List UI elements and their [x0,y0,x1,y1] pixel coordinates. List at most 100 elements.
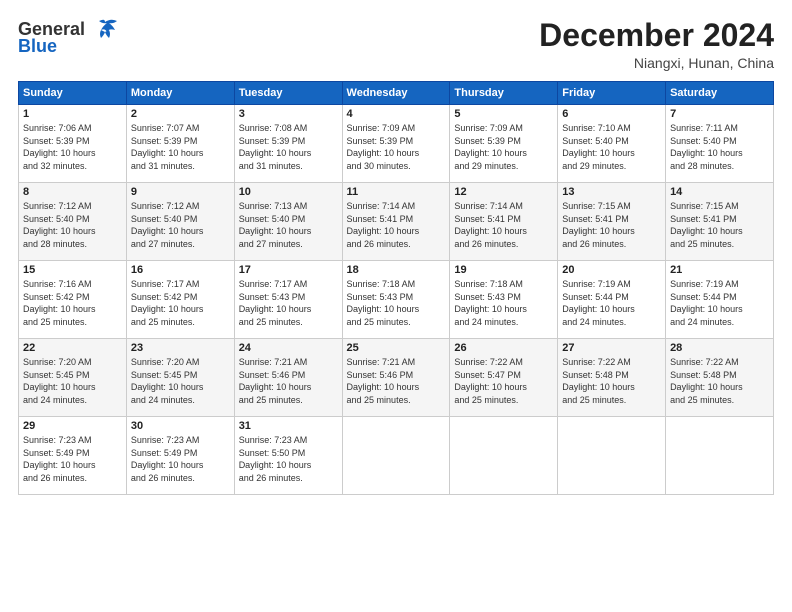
table-row: 28 Sunrise: 7:22 AMSunset: 5:48 PMDayligh… [666,339,774,417]
col-sunday: Sunday [19,82,127,105]
table-row: 20 Sunrise: 7:19 AMSunset: 5:44 PMDayligh… [558,261,666,339]
table-row [450,417,558,495]
table-row: 12Sunrise: 7:14 AMSunset: 5:41 PMDayligh… [450,183,558,261]
day-number: 22 [23,342,122,354]
day-number: 20 [562,264,661,276]
table-row: 21 Sunrise: 7:19 AMSunset: 5:44 PMDayligh… [666,261,774,339]
day-info: Sunrise: 7:06 AMSunset: 5:39 PMDaylight:… [23,122,122,172]
table-row: 29 Sunrise: 7:23 AMSunset: 5:49 PMDayligh… [19,417,127,495]
day-info: Sunrise: 7:22 AMSunset: 5:47 PMDaylight:… [454,356,553,406]
day-info: Sunrise: 7:21 AMSunset: 5:46 PMDaylight:… [239,356,338,406]
day-info: Sunrise: 7:18 AMSunset: 5:43 PMDaylight:… [454,278,553,328]
day-number: 1 [23,108,122,120]
day-info: Sunrise: 7:21 AMSunset: 5:46 PMDaylight:… [347,356,446,406]
day-number: 7 [670,108,769,120]
day-info: Sunrise: 7:15 AMSunset: 5:41 PMDaylight:… [670,200,769,250]
day-info: Sunrise: 7:09 AMSunset: 5:39 PMDaylight:… [347,122,446,172]
day-info: Sunrise: 7:13 AMSunset: 5:40 PMDaylight:… [239,200,338,250]
day-info: Sunrise: 7:20 AMSunset: 5:45 PMDaylight:… [131,356,230,406]
page-header: General Blue December 2024 Niangxi, Huna… [18,18,774,71]
table-row: 6 Sunrise: 7:10 AMSunset: 5:40 PMDaylight… [558,105,666,183]
table-row: 1 Sunrise: 7:06 AMSunset: 5:39 PMDaylight… [19,105,127,183]
day-info: Sunrise: 7:08 AMSunset: 5:39 PMDaylight:… [239,122,338,172]
day-number: 25 [347,342,446,354]
calendar-week-2: 8 Sunrise: 7:12 AMSunset: 5:40 PMDaylight… [19,183,774,261]
day-info: Sunrise: 7:14 AMSunset: 5:41 PMDaylight:… [454,200,553,250]
calendar-week-5: 29 Sunrise: 7:23 AMSunset: 5:49 PMDayligh… [19,417,774,495]
day-number: 16 [131,264,230,276]
table-row: 19 Sunrise: 7:18 AMSunset: 5:43 PMDayligh… [450,261,558,339]
day-number: 18 [347,264,446,276]
table-row: 5 Sunrise: 7:09 AMSunset: 5:39 PMDaylight… [450,105,558,183]
table-row: 15 Sunrise: 7:16 AMSunset: 5:42 PMDayligh… [19,261,127,339]
logo: General Blue [18,18,119,57]
day-number: 19 [454,264,553,276]
calendar-week-3: 15 Sunrise: 7:16 AMSunset: 5:42 PMDayligh… [19,261,774,339]
col-friday: Friday [558,82,666,105]
table-row: 25 Sunrise: 7:21 AMSunset: 5:46 PMDayligh… [342,339,450,417]
logo-text-blue: Blue [18,36,57,57]
day-number: 6 [562,108,661,120]
day-number: 3 [239,108,338,120]
day-info: Sunrise: 7:07 AMSunset: 5:39 PMDaylight:… [131,122,230,172]
day-info: Sunrise: 7:19 AMSunset: 5:44 PMDaylight:… [670,278,769,328]
day-info: Sunrise: 7:15 AMSunset: 5:41 PMDaylight:… [562,200,661,250]
day-info: Sunrise: 7:23 AMSunset: 5:50 PMDaylight:… [239,434,338,484]
logo-bird-icon [91,18,119,40]
table-row: 3 Sunrise: 7:08 AMSunset: 5:39 PMDaylight… [234,105,342,183]
table-row: 13 Sunrise: 7:15 AMSunset: 5:41 PMDayligh… [558,183,666,261]
day-info: Sunrise: 7:22 AMSunset: 5:48 PMDaylight:… [670,356,769,406]
day-number: 11 [347,186,446,198]
col-tuesday: Tuesday [234,82,342,105]
day-number: 15 [23,264,122,276]
day-info: Sunrise: 7:19 AMSunset: 5:44 PMDaylight:… [562,278,661,328]
day-info: Sunrise: 7:17 AMSunset: 5:43 PMDaylight:… [239,278,338,328]
day-number: 31 [239,420,338,432]
table-row: 26 Sunrise: 7:22 AMSunset: 5:47 PMDayligh… [450,339,558,417]
table-row: 24 Sunrise: 7:21 AMSunset: 5:46 PMDayligh… [234,339,342,417]
table-row: 14Sunrise: 7:15 AMSunset: 5:41 PMDayligh… [666,183,774,261]
day-number: 9 [131,186,230,198]
day-number: 23 [131,342,230,354]
table-row: 8Sunrise: 7:12 AMSunset: 5:40 PMDaylight… [19,183,127,261]
day-number: 27 [562,342,661,354]
calendar-table: Sunday Monday Tuesday Wednesday Thursday… [18,81,774,495]
col-thursday: Thursday [450,82,558,105]
table-row [558,417,666,495]
table-row: 22 Sunrise: 7:20 AMSunset: 5:45 PMDayligh… [19,339,127,417]
calendar-week-4: 22 Sunrise: 7:20 AMSunset: 5:45 PMDayligh… [19,339,774,417]
table-row [342,417,450,495]
day-info: Sunrise: 7:23 AMSunset: 5:49 PMDaylight:… [23,434,122,484]
table-row: 31 Sunrise: 7:23 AMSunset: 5:50 PMDayligh… [234,417,342,495]
day-number: 17 [239,264,338,276]
day-number: 8 [23,186,122,198]
day-number: 2 [131,108,230,120]
table-row: 7Sunrise: 7:11 AMSunset: 5:40 PMDaylight… [666,105,774,183]
table-row: 2 Sunrise: 7:07 AMSunset: 5:39 PMDaylight… [126,105,234,183]
day-info: Sunrise: 7:12 AMSunset: 5:40 PMDaylight:… [131,200,230,250]
day-info: Sunrise: 7:16 AMSunset: 5:42 PMDaylight:… [23,278,122,328]
day-number: 28 [670,342,769,354]
table-row [666,417,774,495]
day-info: Sunrise: 7:20 AMSunset: 5:45 PMDaylight:… [23,356,122,406]
col-wednesday: Wednesday [342,82,450,105]
day-number: 30 [131,420,230,432]
day-number: 24 [239,342,338,354]
title-block: December 2024 Niangxi, Hunan, China [539,18,774,71]
month-title: December 2024 [539,18,774,53]
calendar-header-row: Sunday Monday Tuesday Wednesday Thursday… [19,82,774,105]
day-number: 5 [454,108,553,120]
table-row: 10Sunrise: 7:13 AMSunset: 5:40 PMDayligh… [234,183,342,261]
day-info: Sunrise: 7:22 AMSunset: 5:48 PMDaylight:… [562,356,661,406]
day-number: 13 [562,186,661,198]
table-row: 27 Sunrise: 7:22 AMSunset: 5:48 PMDayligh… [558,339,666,417]
table-row: 4Sunrise: 7:09 AMSunset: 5:39 PMDaylight… [342,105,450,183]
day-number: 21 [670,264,769,276]
table-row: 18Sunrise: 7:18 AMSunset: 5:43 PMDayligh… [342,261,450,339]
day-info: Sunrise: 7:14 AMSunset: 5:41 PMDaylight:… [347,200,446,250]
day-number: 29 [23,420,122,432]
day-info: Sunrise: 7:10 AMSunset: 5:40 PMDaylight:… [562,122,661,172]
day-info: Sunrise: 7:09 AMSunset: 5:39 PMDaylight:… [454,122,553,172]
table-row: 23 Sunrise: 7:20 AMSunset: 5:45 PMDayligh… [126,339,234,417]
day-number: 26 [454,342,553,354]
